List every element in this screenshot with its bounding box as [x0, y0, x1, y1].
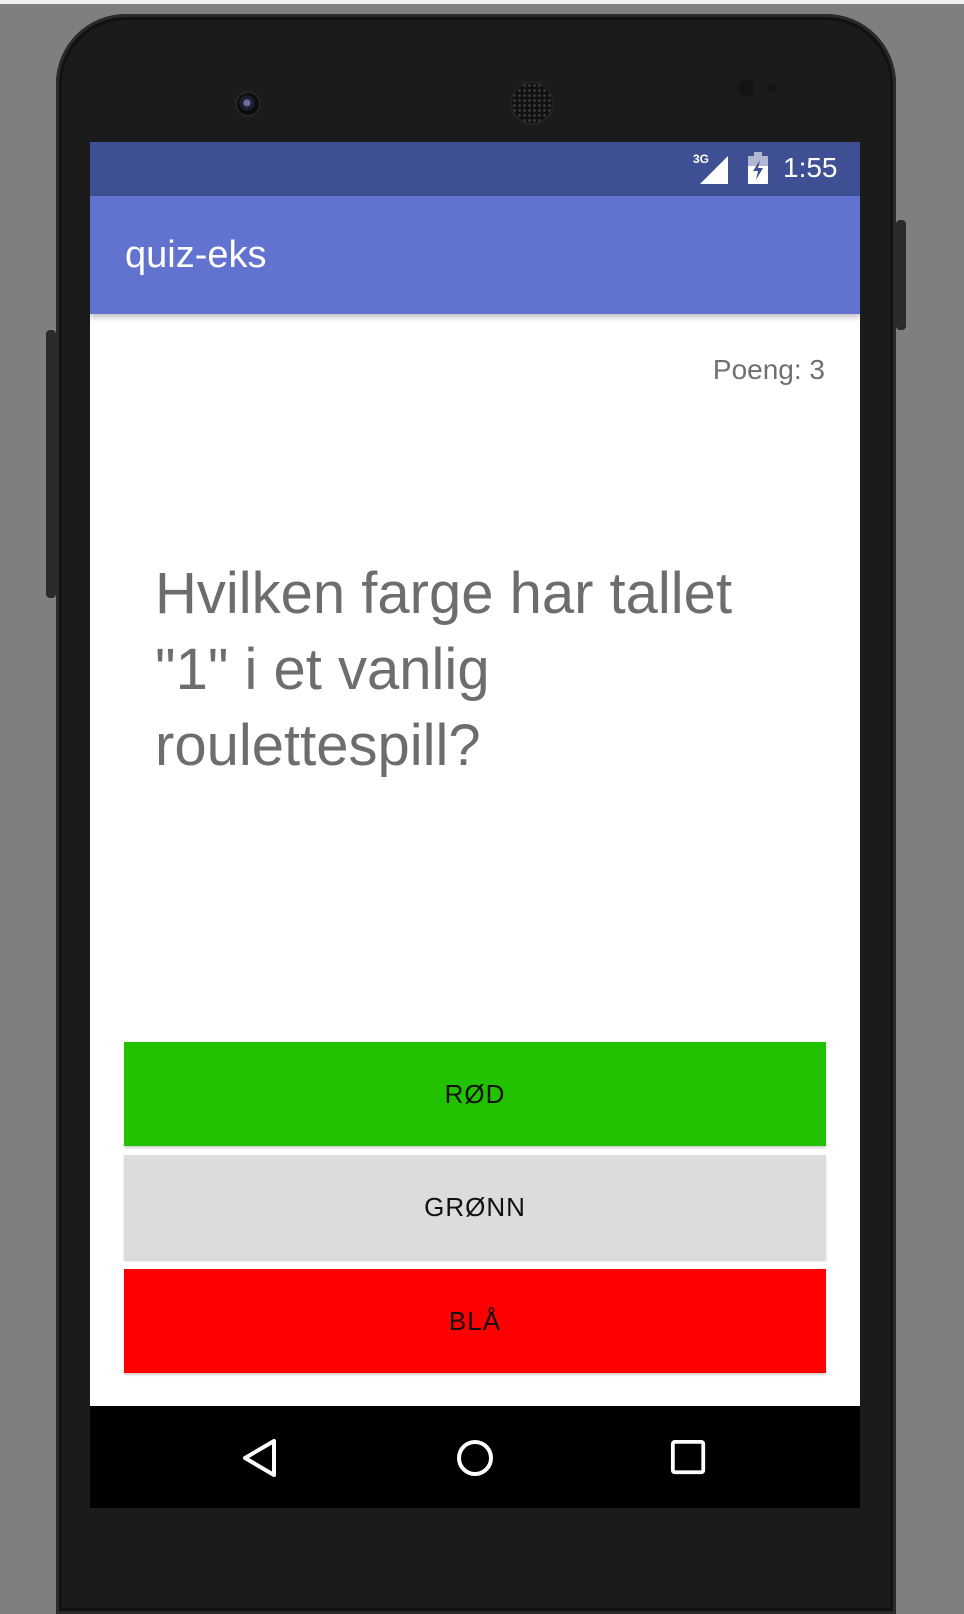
device-screen: 3G 1:55 quiz-eks Poeng: 3 Hvilken farge …: [90, 142, 860, 1508]
app-bar: quiz-eks: [90, 196, 860, 314]
app-title: quiz-eks: [125, 234, 267, 276]
proximity-sensor: [738, 80, 754, 96]
signal-icon: [700, 156, 728, 184]
answer-label: BLÅ: [448, 1305, 502, 1336]
answer-label: RØD: [444, 1078, 506, 1109]
navigation-bar: [90, 1406, 860, 1508]
answer-button-bla[interactable]: BLÅ: [124, 1269, 826, 1373]
answer-label: GRØNN: [424, 1191, 526, 1222]
back-icon[interactable]: [240, 1438, 280, 1478]
status-bar: 3G 1:55: [90, 142, 860, 196]
home-icon[interactable]: [455, 1438, 495, 1478]
answer-button-gronn[interactable]: GRØNN: [124, 1155, 826, 1259]
volume-button[interactable]: [46, 330, 56, 598]
light-sensor: [768, 84, 776, 92]
earpiece-speaker: [512, 83, 552, 123]
question-text: Hvilken farge har tallet "1" i et vanlig…: [155, 561, 733, 778]
window-top-border: [0, 0, 964, 4]
status-time: 1:55: [783, 152, 838, 183]
power-button[interactable]: [896, 220, 906, 330]
recents-icon[interactable]: [670, 1439, 708, 1477]
battery-icon: [748, 152, 768, 184]
score-label: Poeng: 3: [712, 354, 825, 385]
front-camera: [237, 93, 259, 115]
answer-button-rod[interactable]: RØD: [124, 1042, 826, 1146]
